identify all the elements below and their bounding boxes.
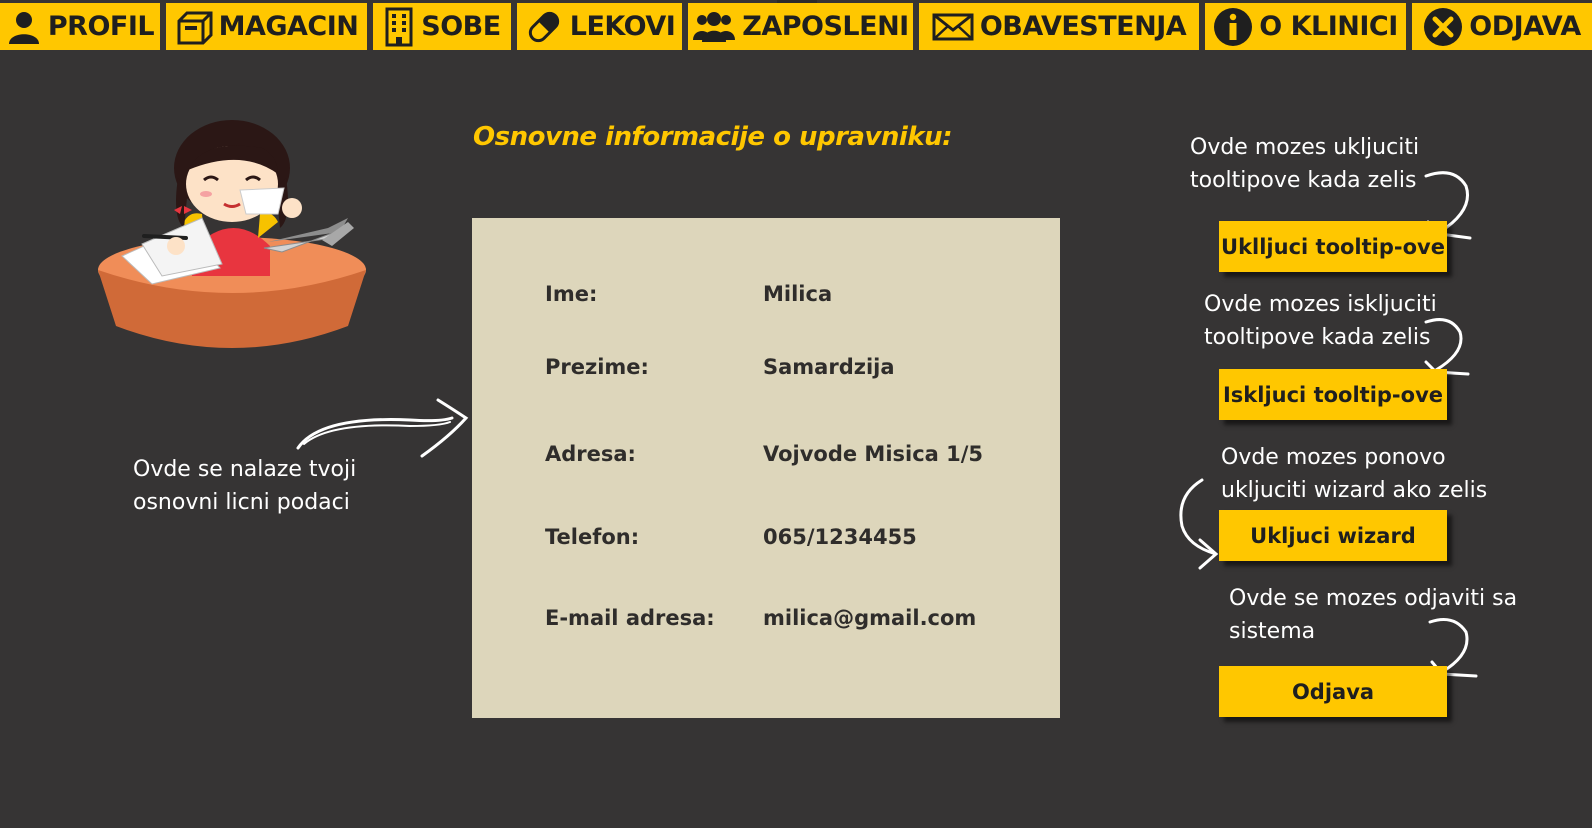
manager-info-card: Ime: Milica Prezime: Samardzija Adresa: … bbox=[472, 218, 1060, 718]
personal-data-hint: Ovde se nalaze tvoji osnovni licni podac… bbox=[133, 453, 393, 519]
value-email: milica@gmail.com bbox=[763, 606, 977, 630]
card-title: Osnovne informacije o upravniku: bbox=[473, 122, 953, 152]
disable-tooltips-hint: Ovde mozes iskljuciti tooltipove kada ze… bbox=[1204, 288, 1437, 354]
enable-tooltips-button[interactable]: Uklljuci tooltip-ove bbox=[1219, 221, 1447, 272]
box-icon bbox=[177, 11, 213, 44]
building-icon bbox=[385, 7, 413, 46]
label-telefon: Telefon: bbox=[545, 525, 640, 549]
enable-tooltips-hint: Ovde mozes ukljuciti tooltipove kada zel… bbox=[1190, 131, 1419, 197]
value-prezime: Samardzija bbox=[763, 355, 895, 379]
user-icon bbox=[8, 11, 39, 44]
nav-item-zaposleni[interactable]: ZAPOSLENI bbox=[688, 3, 913, 50]
envelope-icon bbox=[932, 13, 974, 40]
logout-button[interactable]: Odjava bbox=[1219, 666, 1447, 717]
nav-label: OBAVESTENJA bbox=[979, 11, 1187, 42]
nav-label: ODJAVA bbox=[1469, 11, 1581, 42]
enable-wizard-button[interactable]: Ukljuci wizard bbox=[1219, 510, 1447, 561]
hint-line: Ovde mozes ukljuciti bbox=[1190, 135, 1420, 160]
nav-label: PROFIL bbox=[47, 11, 155, 42]
label-ime: Ime: bbox=[545, 282, 598, 306]
info-icon bbox=[1214, 7, 1253, 46]
hint-line: Ovde se mozes odjaviti sa bbox=[1229, 586, 1518, 611]
nav-item-sobe[interactable]: SOBE bbox=[373, 3, 511, 50]
hint-line: Ovde mozes iskljuciti bbox=[1204, 292, 1437, 317]
value-adresa: Vojvode Misica 1/5 bbox=[763, 442, 984, 466]
users-icon bbox=[693, 11, 736, 42]
disable-tooltips-button[interactable]: Iskljuci tooltip-ove bbox=[1219, 369, 1447, 420]
hint-line: Ovde se nalaze tvoji bbox=[133, 457, 357, 482]
manager-avatar-illustration bbox=[98, 120, 366, 348]
hint-line: ukljuciti wizard ako zelis bbox=[1221, 478, 1488, 503]
nav-label: SOBE bbox=[421, 11, 501, 42]
nav-label: LEKOVI bbox=[569, 11, 676, 42]
hint-line: tooltipove kada zelis bbox=[1204, 325, 1431, 350]
nav-item-profil[interactable]: PROFIL bbox=[0, 3, 160, 50]
hint-line: Ovde mozes ponovo bbox=[1221, 445, 1446, 470]
enable-wizard-hint: Ovde mozes ponovo ukljuciti wizard ako z… bbox=[1221, 441, 1487, 507]
nav-item-obavestenja[interactable]: OBAVESTENJA bbox=[919, 3, 1199, 50]
label-email: E-mail adresa: bbox=[545, 606, 715, 630]
arrow-right-icon bbox=[296, 398, 469, 458]
nav-item-magacin[interactable]: MAGACIN bbox=[166, 3, 367, 50]
curved-arrow-icon bbox=[1424, 318, 1470, 376]
nav-label: O KLINICI bbox=[1259, 11, 1398, 42]
nav-label: ZAPOSLENI bbox=[742, 11, 909, 42]
close-circle-icon bbox=[1424, 7, 1463, 46]
hint-line: tooltipove kada zelis bbox=[1190, 168, 1417, 193]
nav-item-lekovi[interactable]: LEKOVI bbox=[517, 3, 682, 50]
nav-item-o-klinici[interactable]: O KLINICI bbox=[1205, 3, 1406, 50]
value-telefon: 065/1234455 bbox=[763, 525, 917, 549]
hint-line: osnovni licni podaci bbox=[133, 490, 350, 515]
label-adresa: Adresa: bbox=[545, 442, 636, 466]
pill-icon bbox=[528, 11, 559, 42]
nav-label: MAGACIN bbox=[218, 11, 359, 42]
nav-item-odjava[interactable]: ODJAVA bbox=[1412, 3, 1592, 50]
value-ime: Milica bbox=[763, 282, 833, 306]
label-prezime: Prezime: bbox=[545, 355, 649, 379]
top-navigation: PROFIL MAGACIN SOBE LEKOVI ZAPOSLENI OBA… bbox=[0, 0, 1592, 51]
